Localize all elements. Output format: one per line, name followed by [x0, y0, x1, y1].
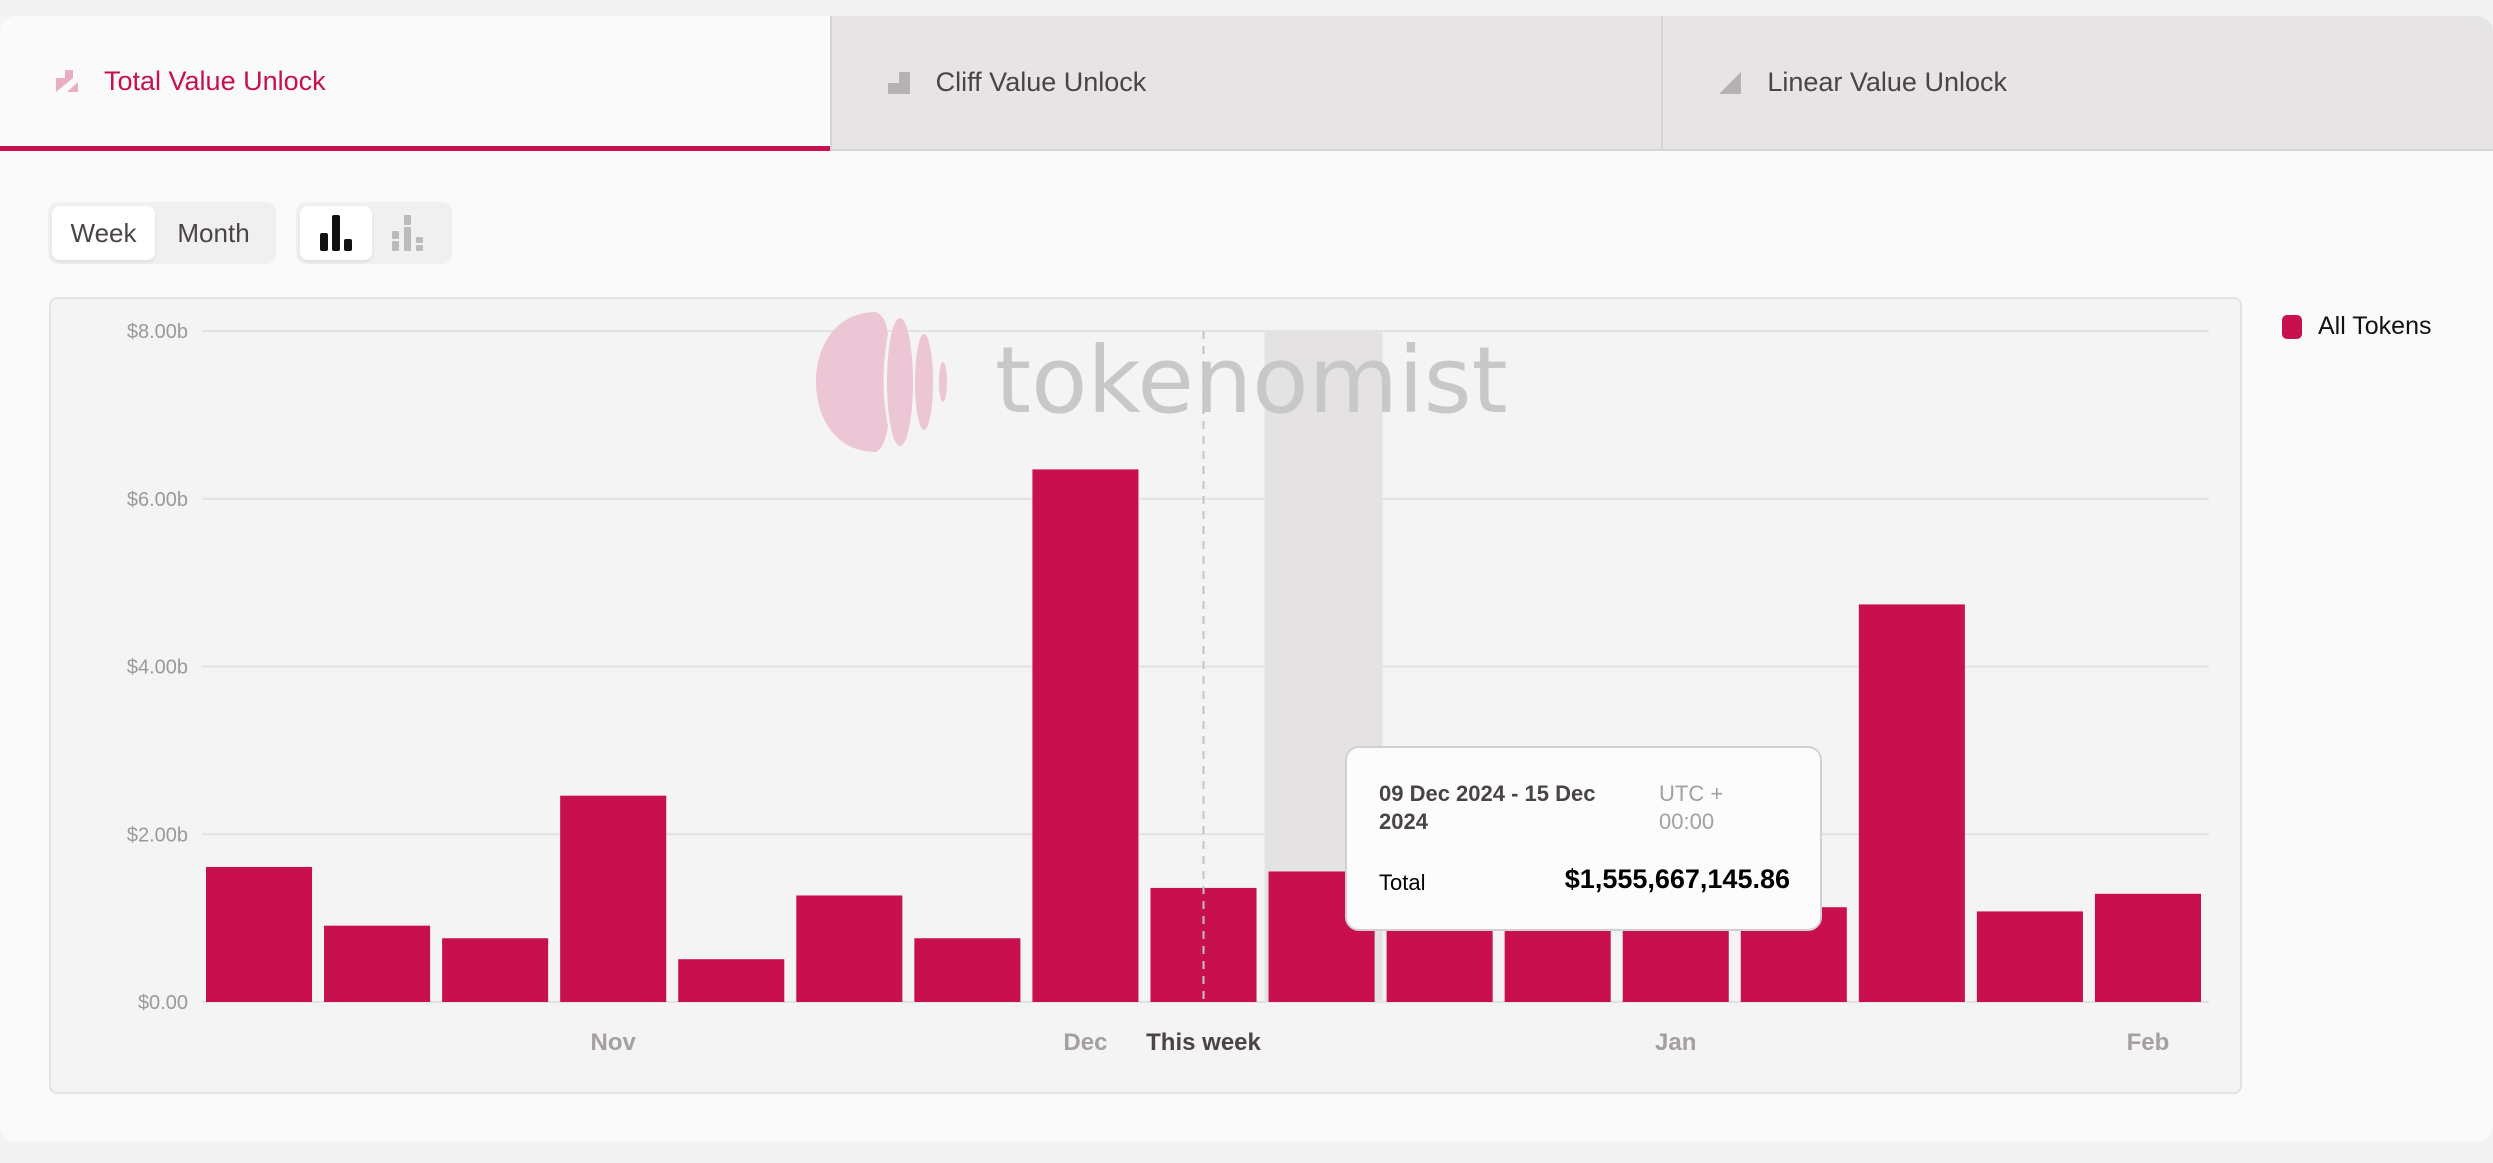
y-tick-label: $8.00b: [127, 321, 188, 343]
unlock-card: Total Value Unlock Cliff Value Unlock Li…: [0, 16, 2493, 1142]
watermark-text: tokenomist: [995, 327, 1508, 434]
y-tick-label: $0.00: [138, 992, 188, 1014]
bar[interactable]: [324, 925, 431, 1002]
chart-tooltip: 09 Dec 2024 - 15 Dec 2024 UTC + 00:00 To…: [1345, 746, 1822, 931]
x-tick-label: Nov: [591, 1029, 637, 1056]
y-tick-label: $6.00b: [127, 489, 188, 511]
y-tick-label: $2.00b: [127, 824, 188, 846]
watermark-logo: tokenomist: [816, 312, 1508, 452]
bar[interactable]: [2094, 893, 2201, 1002]
x-tick-label: Feb: [2127, 1029, 2170, 1056]
tooltip-timezone: UTC + 00:00: [1659, 781, 1724, 834]
bar[interactable]: [442, 938, 549, 1002]
bar[interactable]: [1976, 911, 2083, 1002]
bar[interactable]: [206, 866, 313, 1002]
tooltip-date-range: 09 Dec 2024 - 15 Dec 2024: [1379, 781, 1596, 834]
y-tick-label: $4.00b: [127, 657, 188, 679]
x-tick-label: This week: [1146, 1029, 1261, 1056]
bar-chart: tokenomist $0.00 $2.00b $4.00b $6.00b $8.00b…: [127, 312, 2209, 1056]
bar[interactable]: [1504, 920, 1611, 1002]
bar[interactable]: [560, 795, 667, 1002]
tooltip-label: Total: [1379, 870, 1426, 895]
legend: All Tokens: [2282, 312, 2432, 341]
bar[interactable]: [678, 959, 785, 1002]
bar[interactable]: [914, 938, 1021, 1002]
x-tick-label: Jan: [1655, 1029, 1696, 1056]
bar[interactable]: [1032, 469, 1139, 1002]
bar[interactable]: [1858, 604, 1965, 1002]
legend-swatch: [2282, 314, 2302, 339]
tooltip-value: $1,555,667,145.86: [1564, 864, 1790, 894]
legend-label[interactable]: All Tokens: [2318, 312, 2432, 341]
x-tick-label: Dec: [1063, 1029, 1107, 1056]
bar[interactable]: [796, 895, 903, 1002]
